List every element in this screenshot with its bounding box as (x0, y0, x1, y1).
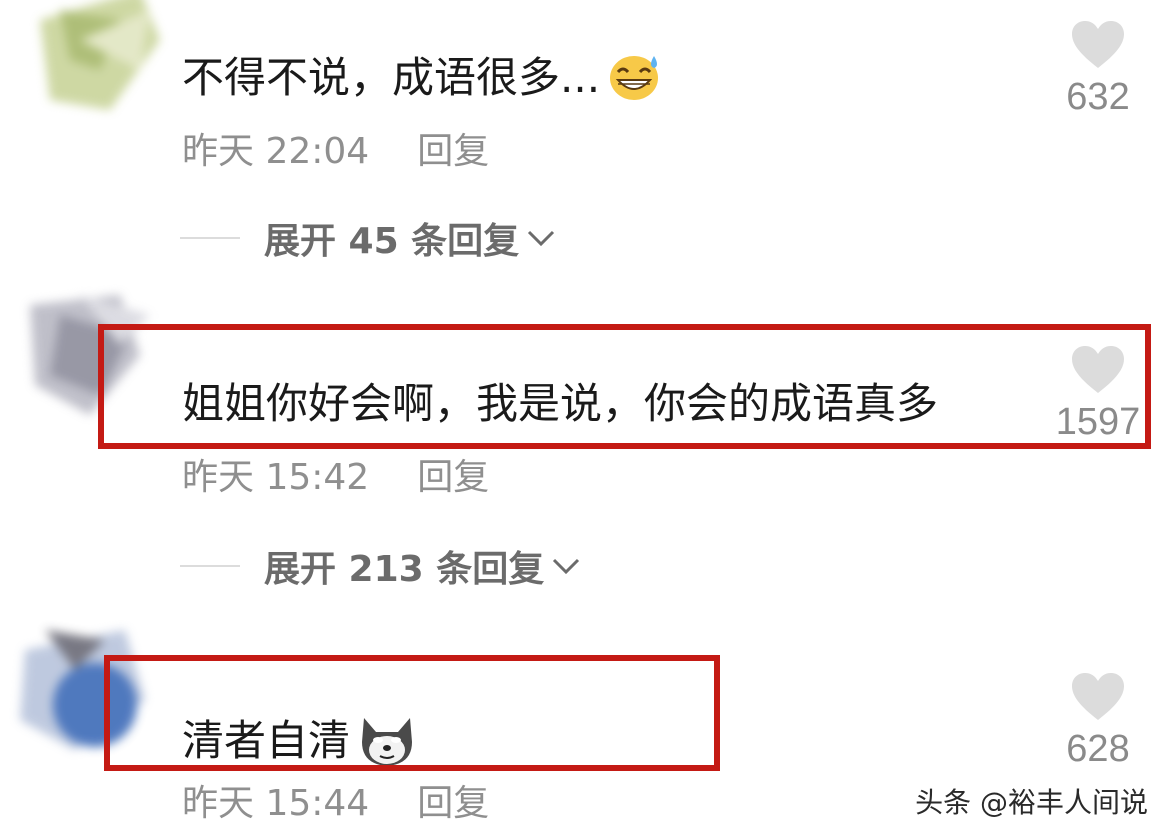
heart-icon (1072, 673, 1124, 720)
heart-icon (1072, 346, 1124, 393)
comment-text: 不得不说，成语很多... (182, 52, 664, 109)
divider (180, 565, 240, 567)
comment-meta: 昨天 15:42 回复 (182, 460, 489, 496)
grinning-sweat-emoji (606, 52, 664, 109)
comment-time: 昨天 15:44 (182, 783, 370, 824)
reply-button[interactable]: 回复 (417, 460, 489, 496)
expand-replies-label: 展开 45 条回复 (264, 221, 520, 262)
expand-replies-button[interactable]: 展开 213 条回复 (180, 544, 582, 590)
heart-icon (1072, 21, 1124, 68)
comment-time: 昨天 15:42 (182, 457, 370, 498)
doge-emoji (356, 712, 418, 775)
chevron-down-icon (528, 230, 555, 247)
like-button[interactable]: 1597 (1028, 345, 1168, 441)
like-count: 632 (1066, 76, 1130, 118)
divider (180, 237, 240, 239)
like-button[interactable]: 632 (1028, 20, 1168, 116)
reply-button[interactable]: 回复 (417, 786, 489, 822)
like-count: 1597 (1055, 401, 1141, 443)
comment-text: 姐姐你好会啊，我是说，你会的成语真多 (182, 379, 939, 428)
comment-meta: 昨天 22:04 回复 (182, 134, 489, 170)
avatar[interactable] (20, 0, 170, 130)
comment-text: 清者自清 (182, 712, 418, 775)
watermark: 头条 @裕丰人间说 (915, 786, 1148, 819)
like-count: 628 (1066, 728, 1130, 770)
comment-meta: 昨天 15:44 回复 (182, 786, 489, 822)
reply-button[interactable]: 回复 (417, 134, 489, 170)
chevron-down-icon (553, 558, 580, 575)
comment-time: 昨天 22:04 (182, 131, 370, 172)
like-button[interactable]: 628 (1028, 672, 1168, 768)
avatar[interactable] (5, 610, 155, 760)
avatar[interactable] (10, 275, 160, 425)
expand-replies-label: 展开 213 条回复 (264, 549, 545, 590)
expand-replies-button[interactable]: 展开 45 条回复 (180, 216, 557, 262)
